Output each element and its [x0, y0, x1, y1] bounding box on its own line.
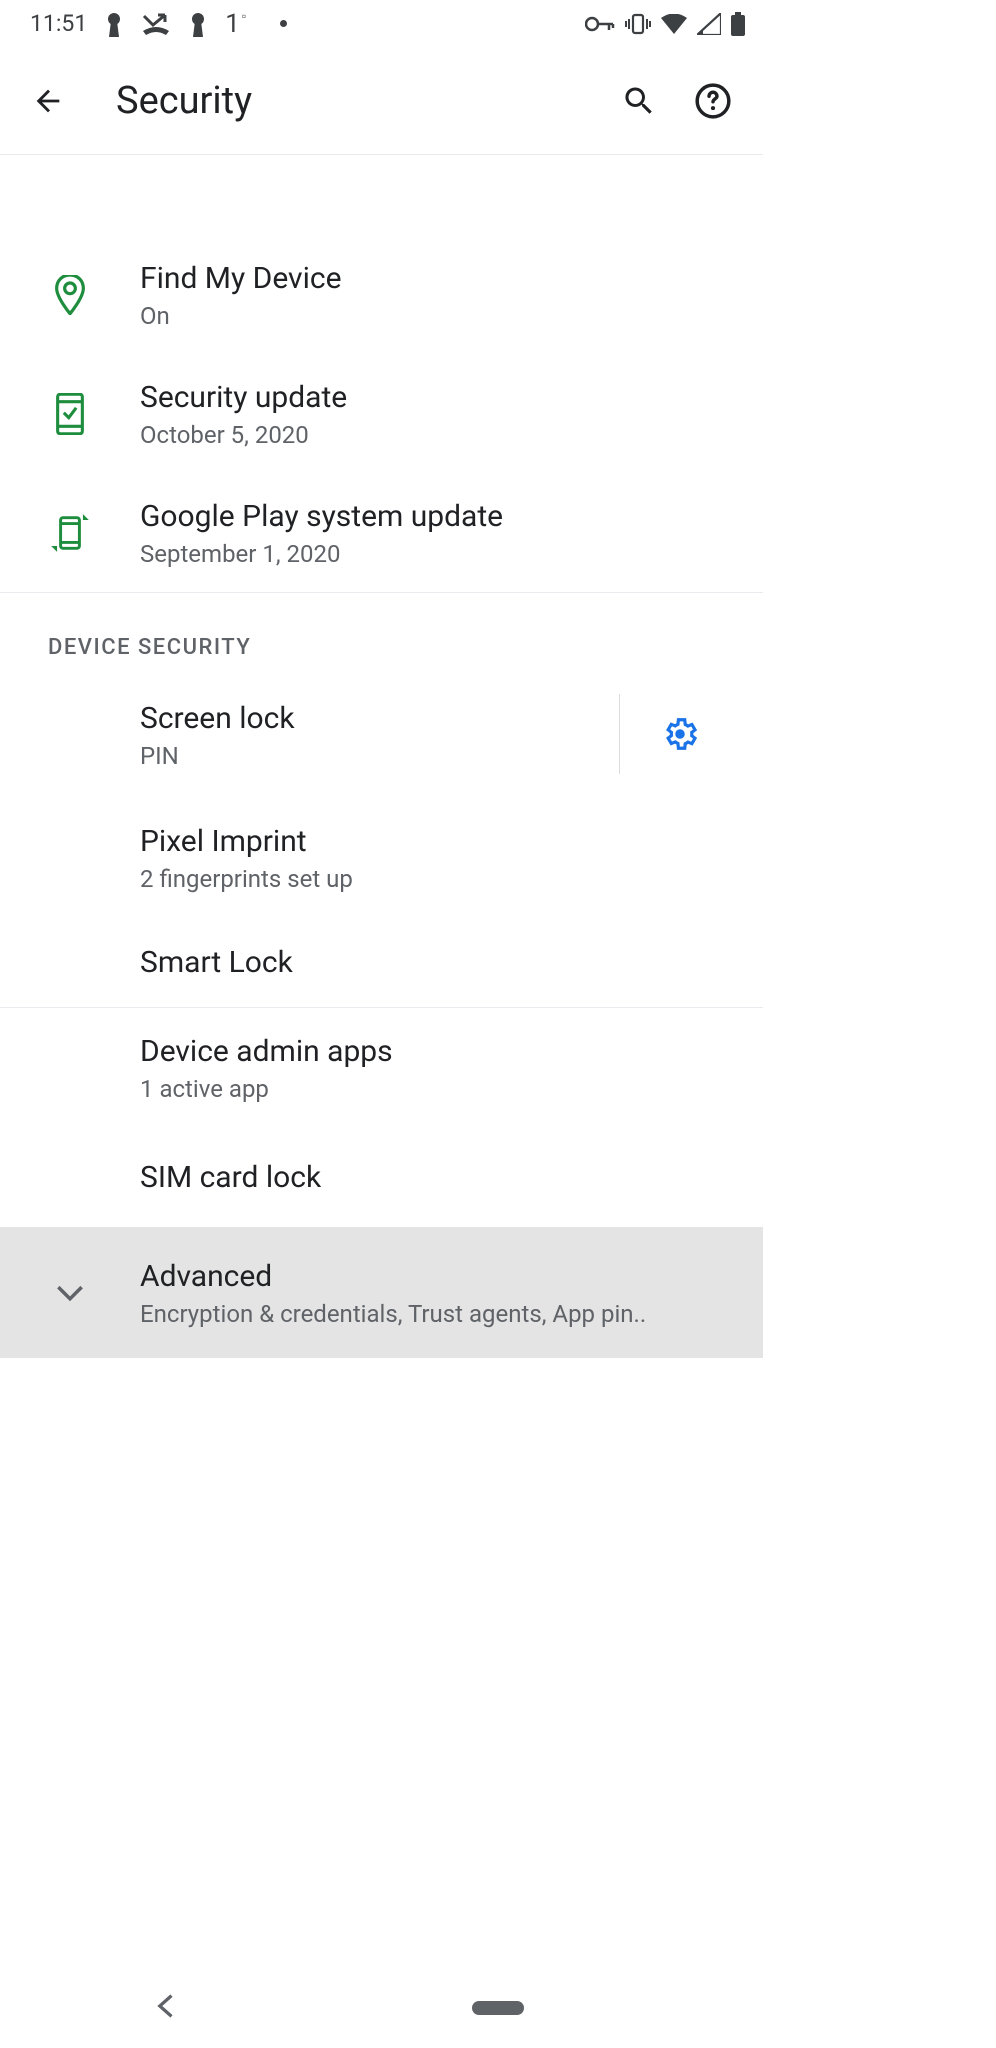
row-advanced[interactable]: Advanced Encryption & credentials, Trust…	[0, 1227, 763, 1358]
battery-icon	[731, 12, 745, 36]
row-device-admin-apps[interactable]: Device admin apps 1 active app	[0, 1008, 763, 1127]
row-screen-lock[interactable]: Screen lock PIN	[0, 670, 763, 798]
phone-sync-icon	[50, 513, 90, 553]
nav-back-button[interactable]	[155, 1993, 175, 2023]
wifi-icon	[661, 14, 687, 34]
app-bar: Security	[0, 47, 763, 155]
keyhole-icon	[189, 11, 207, 37]
screen-lock-settings-button[interactable]	[619, 694, 739, 774]
arrow-back-icon	[31, 84, 65, 118]
missed-call-icon	[141, 13, 171, 35]
row-find-my-device[interactable]: Find My Device On	[0, 235, 763, 354]
row-security-update[interactable]: Security update October 5, 2020	[0, 354, 763, 473]
nav-home-pill[interactable]	[472, 2001, 524, 2015]
row-sim-card-lock[interactable]: SIM card lock	[0, 1127, 763, 1227]
row-play-system-update[interactable]: Google Play system update September 1, 2…	[0, 473, 763, 592]
location-icon	[54, 275, 86, 315]
temperature-icon: 1	[225, 9, 240, 39]
search-icon	[621, 83, 657, 119]
status-time: 11:51	[30, 10, 87, 37]
row-title: Security update	[140, 378, 739, 417]
row-subtitle: 1 active app	[140, 1075, 739, 1103]
row-subtitle: On	[140, 302, 739, 330]
row-subtitle: PIN	[140, 742, 619, 770]
vibrate-icon	[625, 13, 651, 35]
help-icon	[694, 82, 732, 120]
row-title: Screen lock	[140, 699, 619, 738]
row-title: Device admin apps	[140, 1032, 739, 1071]
row-subtitle: September 1, 2020	[140, 540, 739, 568]
row-title: Smart Lock	[140, 943, 739, 982]
gear-icon	[661, 715, 699, 753]
row-title: Find My Device	[140, 259, 739, 298]
phone-check-icon	[55, 393, 85, 435]
signal-icon	[697, 13, 721, 35]
row-subtitle: October 5, 2020	[140, 421, 739, 449]
row-subtitle: 2 fingerprints set up	[140, 865, 739, 893]
content-scroll[interactable]: . Find My Device On Security update Octo…	[0, 155, 763, 1358]
search-button[interactable]	[609, 71, 669, 131]
row-title: Google Play system update	[140, 497, 739, 536]
system-nav-bar	[0, 1968, 996, 2048]
row-subtitle: Encryption & credentials, Trust agents, …	[140, 1300, 739, 1328]
degree-icon: ▫	[242, 9, 246, 23]
dot-icon	[280, 20, 287, 27]
chevron-down-icon	[56, 1284, 84, 1302]
keyhole-icon	[105, 11, 123, 37]
row-pixel-imprint[interactable]: Pixel Imprint 2 fingerprints set up	[0, 798, 763, 917]
chevron-left-icon	[155, 1993, 175, 2019]
back-button[interactable]	[20, 73, 76, 129]
row-title: Pixel Imprint	[140, 822, 739, 861]
section-header-device-security: DEVICE SECURITY	[0, 593, 763, 670]
key-icon	[585, 16, 615, 32]
page-title: Security	[116, 79, 595, 123]
status-bar: 11:51 1 ▫	[0, 0, 763, 47]
row-title: SIM card lock	[140, 1158, 739, 1197]
row-smart-lock[interactable]: Smart Lock	[0, 917, 763, 1007]
help-button[interactable]	[683, 71, 743, 131]
row-title: Advanced	[140, 1257, 739, 1296]
